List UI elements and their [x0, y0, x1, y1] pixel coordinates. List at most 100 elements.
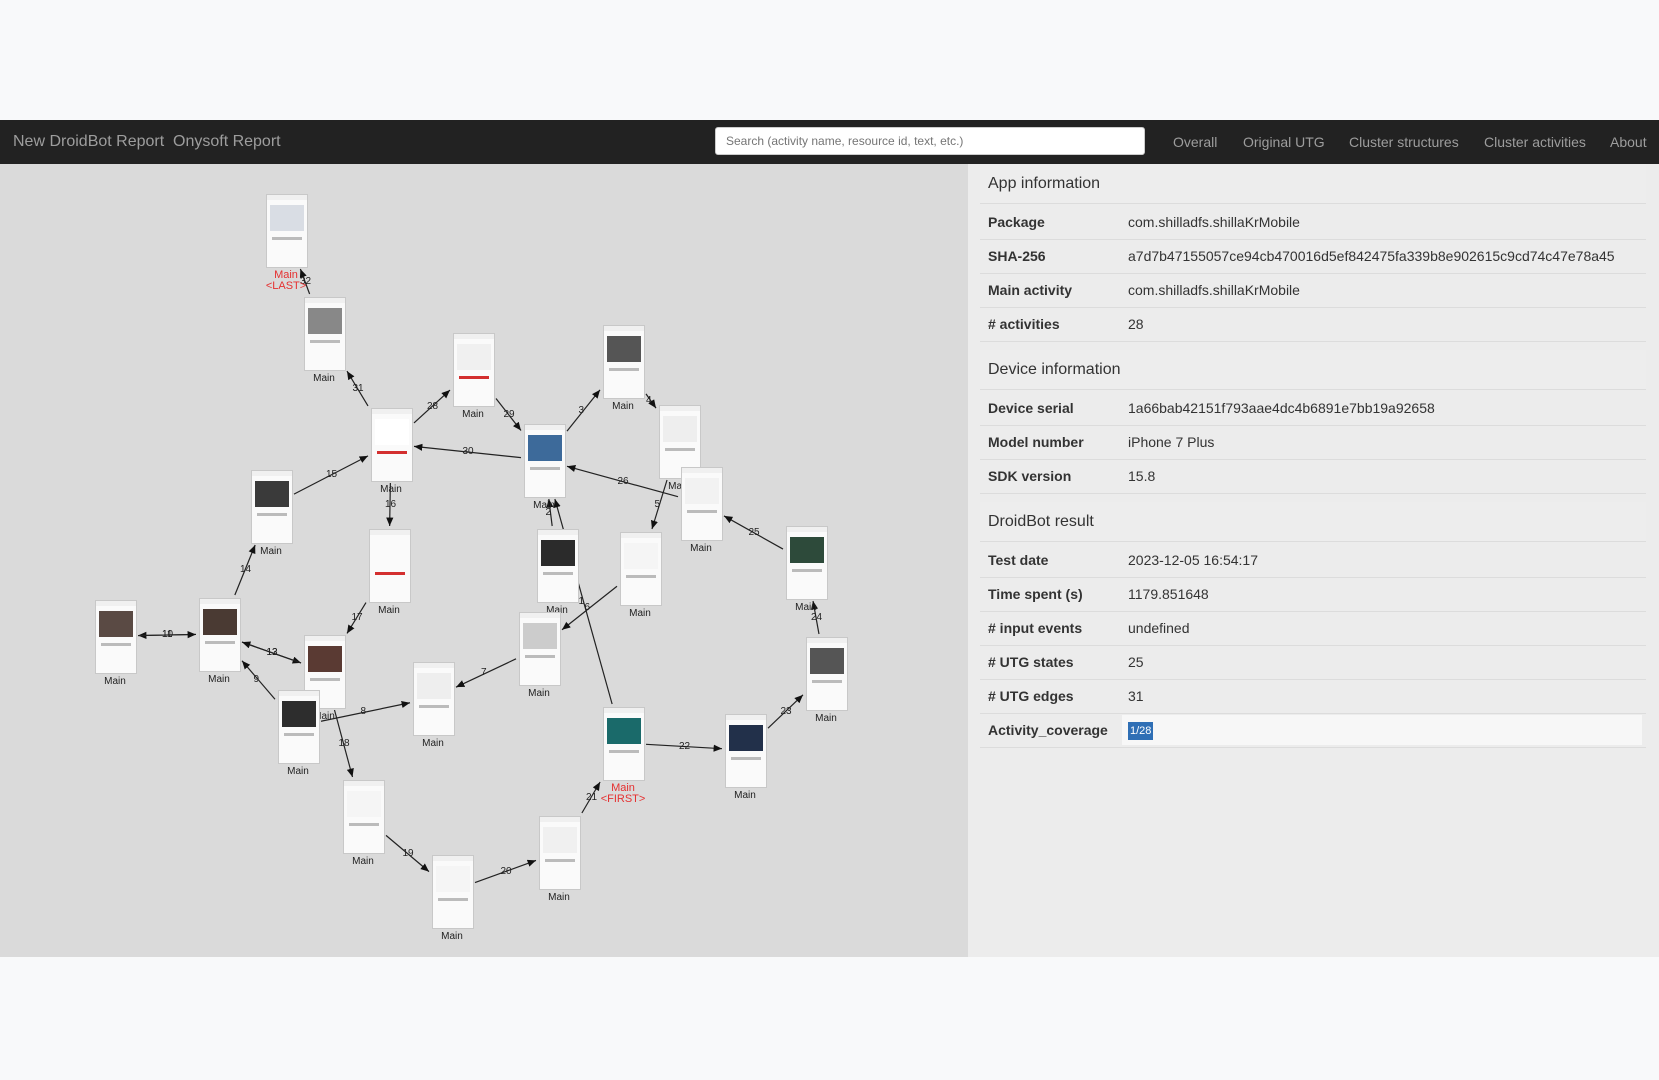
- screen-content: [272, 237, 302, 240]
- state-label: Main: [260, 546, 282, 557]
- search-input[interactable]: [715, 127, 1145, 155]
- edge-label: 18: [338, 737, 350, 749]
- row-value: iPhone 7 Plus: [1128, 434, 1215, 450]
- state-thumbnail[interactable]: [266, 194, 308, 268]
- screen-content: [459, 376, 489, 379]
- edge-label: 7: [481, 667, 487, 678]
- screen-content: [687, 510, 717, 513]
- nav-overall[interactable]: Overall: [1173, 120, 1217, 164]
- state-thumbnail[interactable]: [199, 598, 241, 672]
- coverage-cell[interactable]: 1/28: [1122, 715, 1642, 745]
- screen-preview: [528, 435, 562, 461]
- state-thumbnail[interactable]: [278, 690, 320, 764]
- screen-content: [438, 898, 468, 901]
- state-thumbnail[interactable]: [519, 612, 561, 686]
- row-key: # activities: [988, 316, 1060, 332]
- state-thumbnail[interactable]: [413, 662, 455, 736]
- row-sha256: SHA-256 a7d7b47155057ce94cb470016d5ef8424…: [980, 239, 1646, 274]
- screen-content: [530, 467, 560, 470]
- state-thumbnail[interactable]: [603, 707, 645, 781]
- screen-preview: [308, 646, 342, 672]
- row-value: 25: [1128, 654, 1144, 670]
- nav-about[interactable]: About: [1610, 120, 1647, 164]
- row-time-spent: Time spent (s) 1179.851648: [980, 577, 1646, 612]
- screen-preview: [543, 827, 577, 853]
- status-bar: [344, 781, 384, 786]
- state-thumbnail[interactable]: [432, 855, 474, 929]
- edge-label: 15: [326, 469, 338, 480]
- row-utg-edges: # UTG edges 31: [980, 679, 1646, 714]
- screen-preview: [790, 537, 824, 563]
- state-thumbnail[interactable]: [369, 529, 411, 603]
- screen-preview: [270, 205, 304, 231]
- screen-preview: [729, 725, 763, 751]
- nav-original-utg[interactable]: Original UTG: [1243, 120, 1325, 164]
- state-thumbnail[interactable]: [537, 529, 579, 603]
- coverage-value[interactable]: 1/28: [1128, 722, 1154, 740]
- screen-preview: [282, 701, 316, 727]
- row-value: 1a66bab42151f793aae4dc4b6891e7bb19a92658: [1128, 400, 1435, 416]
- screen-preview: [308, 308, 342, 334]
- state-label: Main: [352, 856, 374, 867]
- row-key: SDK version: [988, 468, 1072, 484]
- screen-content: [257, 513, 287, 516]
- state-thumbnail[interactable]: [304, 297, 346, 371]
- state-thumbnail[interactable]: [95, 600, 137, 674]
- state-thumbnail[interactable]: [603, 325, 645, 399]
- screen-preview: [607, 718, 641, 744]
- row-main-activity: Main activity com.shilladfs.shillaKrMobil…: [980, 273, 1646, 308]
- state-thumbnail[interactable]: [539, 816, 581, 890]
- edge-label: 11: [162, 629, 173, 640]
- state-label: Main: [378, 605, 400, 616]
- brand-link-onysoft[interactable]: Onysoft Report: [173, 120, 281, 164]
- status-bar: [96, 601, 136, 606]
- row-key: Time spent (s): [988, 586, 1083, 602]
- status-bar: [267, 195, 307, 200]
- row-key: Activity_coverage: [988, 722, 1108, 738]
- edge-label: 30: [462, 446, 474, 457]
- row-value: 2023-12-05 16:54:17: [1128, 552, 1258, 568]
- row-sdk-version: SDK version 15.8: [980, 459, 1646, 494]
- state-thumbnail[interactable]: [251, 470, 293, 544]
- status-bar: [305, 298, 345, 303]
- state-thumbnail[interactable]: [343, 780, 385, 854]
- state-label: Main: [533, 500, 555, 511]
- state-label: Main: [104, 676, 126, 687]
- nav-cluster-activities[interactable]: Cluster activities: [1484, 120, 1586, 164]
- screen-content: [419, 705, 449, 708]
- screen-content: [284, 733, 314, 736]
- nav-cluster-structures[interactable]: Cluster structures: [1349, 120, 1459, 164]
- edge-label: 19: [402, 847, 414, 859]
- screen-content: [543, 572, 573, 575]
- state-thumbnail[interactable]: [725, 714, 767, 788]
- device-information-heading: Device information: [980, 350, 1646, 390]
- state-thumbnail[interactable]: [524, 424, 566, 498]
- status-bar: [454, 334, 494, 339]
- state-label: Main: [380, 484, 402, 495]
- status-bar: [807, 638, 847, 643]
- row-key: Main activity: [988, 282, 1073, 298]
- state-thumbnail[interactable]: [453, 333, 495, 407]
- state-thumbnail[interactable]: [806, 637, 848, 711]
- screen-preview: [99, 611, 133, 637]
- edge-label: 24: [811, 611, 823, 623]
- edge-label: 16: [385, 498, 397, 510]
- row-device-serial: Device serial 1a66bab42151f793aae4dc4b689…: [980, 391, 1646, 426]
- row-key: # UTG states: [988, 654, 1074, 670]
- screen-preview: [624, 543, 658, 569]
- screen-content: [609, 750, 639, 753]
- state-thumbnail[interactable]: [786, 526, 828, 600]
- brand-link[interactable]: New DroidBot Report: [13, 120, 164, 164]
- screen-content: [731, 757, 761, 760]
- screen-content: [545, 859, 575, 862]
- utg-graph[interactable]: 1 2 3 4 5 6 7 8 9 10 11 12 13 14 15 16 17 18 19 20 21 22 23 24 2…: [0, 164, 968, 957]
- status-bar: [525, 425, 565, 430]
- app-information-heading: App information: [980, 164, 1646, 204]
- state-thumbnail[interactable]: [371, 408, 413, 482]
- state-thumbnail[interactable]: [620, 532, 662, 606]
- screen-preview: [457, 344, 491, 370]
- screen-content: [665, 448, 695, 451]
- state-label: Main: [422, 738, 444, 749]
- screen-content: [101, 643, 131, 646]
- state-thumbnail[interactable]: [681, 467, 723, 541]
